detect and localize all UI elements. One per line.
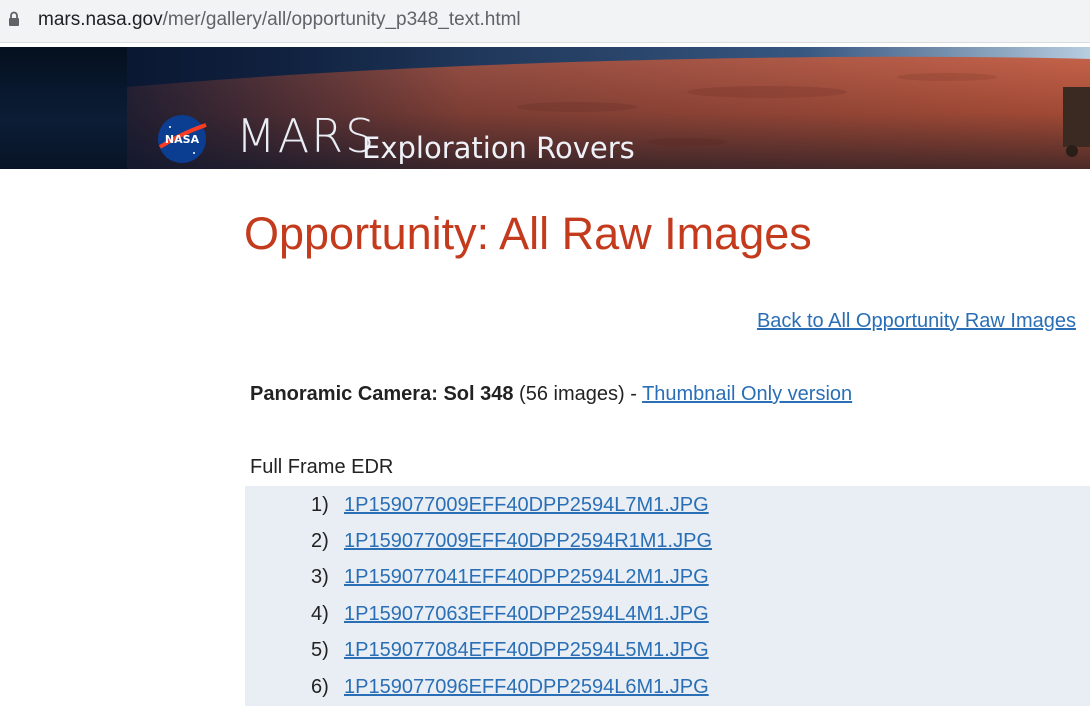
page-title: Opportunity: All Raw Images xyxy=(244,208,812,259)
file-index: 5) xyxy=(311,639,329,661)
file-index: 6) xyxy=(311,676,329,698)
url-host: mars.nasa.gov xyxy=(38,9,163,30)
nasa-logo[interactable]: NASA xyxy=(156,113,208,165)
sol-label: Sol 348 xyxy=(443,383,514,405)
site-banner: NASA MARS Exploration Rovers xyxy=(0,47,1090,169)
file-index: 1) xyxy=(311,494,329,516)
lock-icon[interactable] xyxy=(8,11,20,27)
banner-left-panel xyxy=(0,47,127,169)
file-link[interactable]: 1P159077084EFF40DPP2594L5M1.JPG xyxy=(344,639,709,662)
file-index: 2) xyxy=(311,530,329,552)
file-index: 4) xyxy=(311,603,329,625)
image-count: (56 images) - xyxy=(519,383,637,405)
file-link[interactable]: 1P159077041EFF40DPP2594L2M1.JPG xyxy=(344,566,709,589)
nasa-logo-text: NASA xyxy=(165,133,200,146)
file-row: 6) 1P159077096EFF40DPP2594L6M1.JPG xyxy=(245,668,1090,704)
section-heading: Full Frame EDR xyxy=(250,456,394,478)
file-link[interactable]: 1P159077009EFF40DPP2594R1M1.JPG xyxy=(344,530,712,553)
camera-label: Panoramic Camera: xyxy=(250,383,438,405)
file-list: 1) 1P159077009EFF40DPP2594L7M1.JPG 2) 1P… xyxy=(245,486,1090,706)
mars-wordmark: MARS xyxy=(236,109,377,163)
banner-subtitle: Exploration Rovers xyxy=(362,131,635,165)
file-row: 1) 1P159077009EFF40DPP2594L7M1.JPG xyxy=(245,486,1090,522)
url-path: /mer/gallery/all/opportunity_p348_text.h… xyxy=(162,9,521,30)
thumbnail-only-link[interactable]: Thumbnail Only version xyxy=(642,383,852,405)
back-to-all-raw-images-link[interactable]: Back to All Opportunity Raw Images xyxy=(757,310,1076,333)
file-row: 3) 1P159077041EFF40DPP2594L2M1.JPG xyxy=(245,558,1090,594)
file-row: 2) 1P159077009EFF40DPP2594R1M1.JPG xyxy=(245,522,1090,558)
file-link[interactable]: 1P159077063EFF40DPP2594L4M1.JPG xyxy=(344,603,709,626)
browser-address-bar[interactable]: mars.nasa.gov/mer/gallery/all/opportunit… xyxy=(0,0,1090,43)
file-link[interactable]: 1P159077009EFF40DPP2594L7M1.JPG xyxy=(344,494,709,517)
camera-info-line: Panoramic Camera: Sol 348 (56 images) - … xyxy=(250,383,852,406)
url-text[interactable]: mars.nasa.gov/mer/gallery/all/opportunit… xyxy=(38,9,521,31)
file-row: 4) 1P159077063EFF40DPP2594L4M1.JPG xyxy=(245,595,1090,631)
file-row: 5) 1P159077084EFF40DPP2594L5M1.JPG xyxy=(245,631,1090,667)
file-index: 3) xyxy=(311,566,329,588)
file-link[interactable]: 1P159077096EFF40DPP2594L6M1.JPG xyxy=(344,676,709,699)
